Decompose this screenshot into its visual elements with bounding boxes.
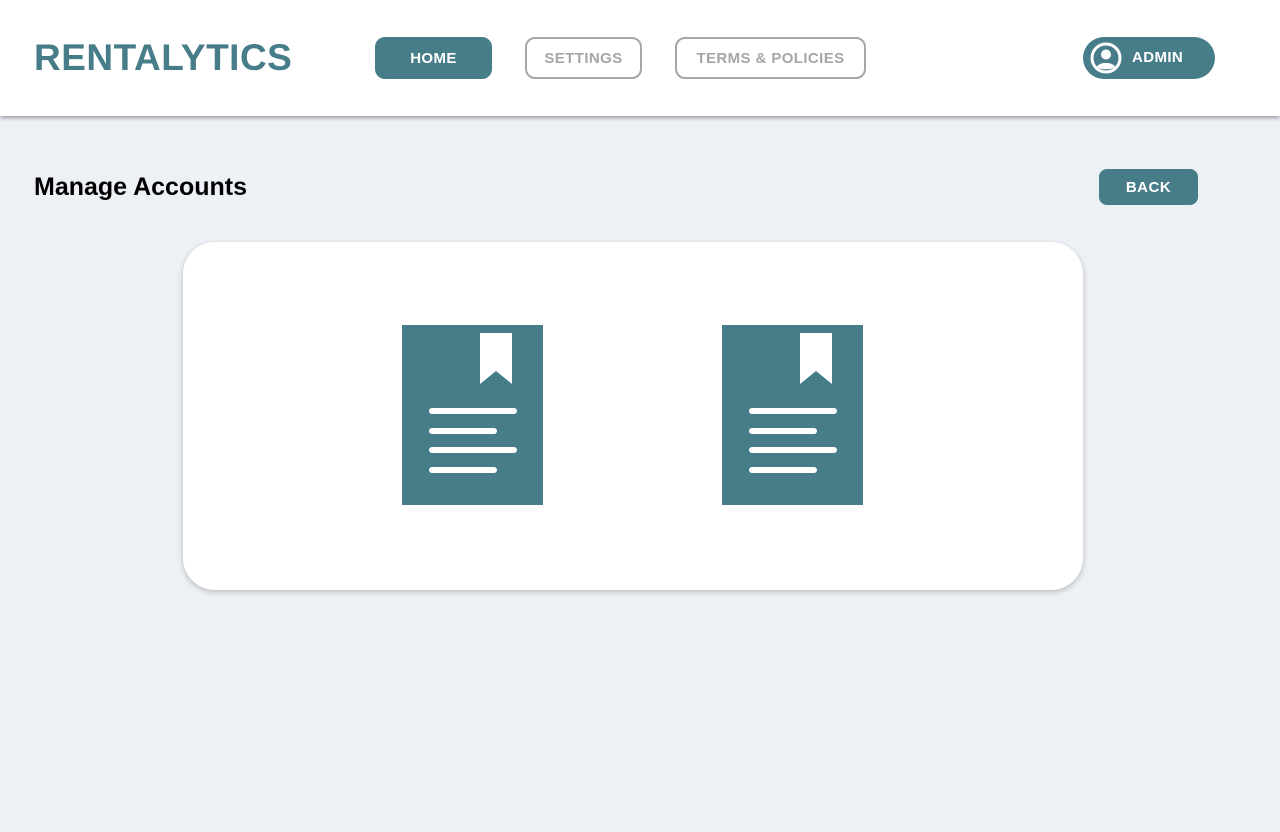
top-navigation-bar: RENTALYTICS HOME SETTINGS TERMS & POLICI… <box>0 0 1280 116</box>
nav-settings-button[interactable]: SETTINGS <box>525 37 642 79</box>
admin-label: ADMIN <box>1132 49 1184 66</box>
admin-account-button[interactable]: ADMIN <box>1083 37 1215 79</box>
document-item[interactable] <box>402 325 544 506</box>
nav-terms-policies-button[interactable]: TERMS & POLICIES <box>675 37 866 79</box>
bookmarked-document-icon <box>722 325 863 505</box>
nav-home-button[interactable]: HOME <box>375 37 492 79</box>
document-item[interactable] <box>722 325 864 506</box>
brand-logo[interactable]: RENTALYTICS <box>34 36 292 80</box>
documents-card <box>183 242 1083 590</box>
user-circle-icon <box>1090 42 1122 74</box>
page-title: Manage Accounts <box>34 173 248 201</box>
bookmarked-document-icon <box>402 325 543 505</box>
back-button[interactable]: BACK <box>1099 169 1198 205</box>
